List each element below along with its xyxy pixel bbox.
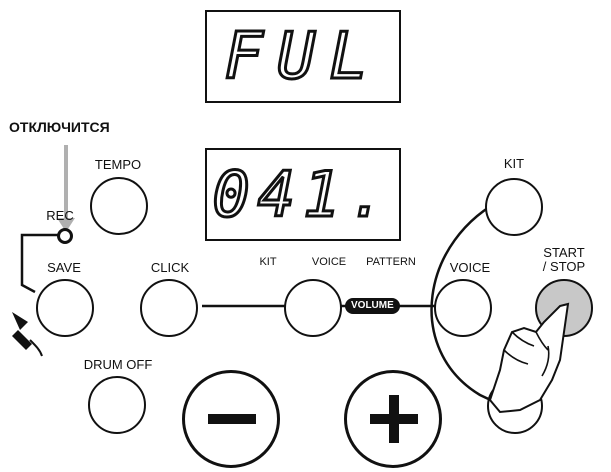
top-display-text: FUL xyxy=(223,18,382,95)
start-stop-button[interactable] xyxy=(535,279,593,337)
volume-badge: VOLUME xyxy=(345,298,400,314)
pattern-small-label: PATTERN xyxy=(366,256,416,268)
off-notice-label: ОТКЛЮЧИТСЯ xyxy=(9,119,110,135)
minus-button[interactable] xyxy=(182,370,280,468)
click-button[interactable] xyxy=(140,279,198,337)
click-label: CLICK xyxy=(150,260,190,275)
drum-off-button[interactable] xyxy=(88,376,146,434)
plus-button[interactable] xyxy=(344,370,442,468)
lower-right-button[interactable] xyxy=(487,378,543,434)
voice-button[interactable] xyxy=(434,279,492,337)
voice-small-label: VOICE xyxy=(311,256,347,268)
voice-label: VOICE xyxy=(449,260,491,275)
kit-label: KIT xyxy=(503,156,525,171)
minus-icon xyxy=(208,414,256,424)
rec-led xyxy=(57,228,73,244)
bottom-display: 041. xyxy=(205,148,401,241)
tempo-label: TEMPO xyxy=(94,157,142,172)
rec-label: REC xyxy=(46,208,74,223)
save-label: SAVE xyxy=(47,260,81,275)
start-stop-label-line1: START xyxy=(543,245,585,260)
tempo-button[interactable] xyxy=(90,177,148,235)
bottom-display-text: 041. xyxy=(211,157,394,233)
kit-small-label: KIT xyxy=(259,256,277,268)
start-stop-label-line2: / STOP xyxy=(542,259,586,274)
voice-select-button[interactable] xyxy=(284,279,342,337)
kit-button[interactable] xyxy=(485,178,543,236)
drum-off-label: DRUM OFF xyxy=(83,357,153,372)
top-display: FUL xyxy=(205,10,401,103)
save-button[interactable] xyxy=(36,279,94,337)
